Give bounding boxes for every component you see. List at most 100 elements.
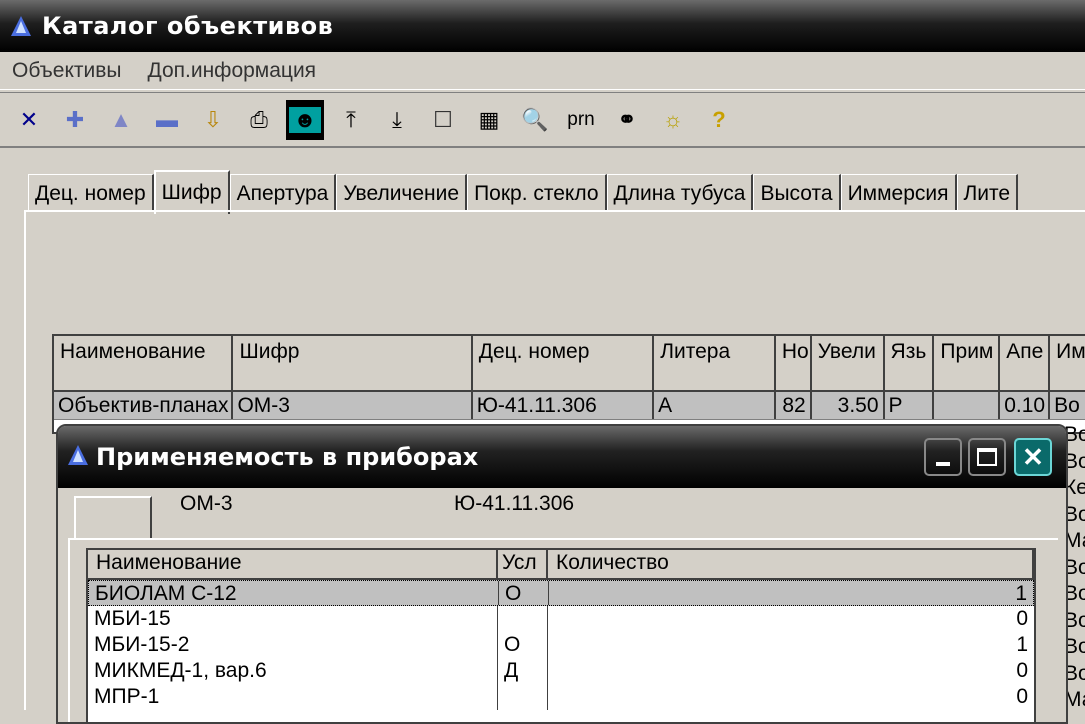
grid-col-header[interactable]: Шифр — [233, 336, 473, 390]
grid-cell — [934, 392, 1001, 419]
preview-icon: 🔍 — [521, 106, 549, 132]
tab-3[interactable]: Увеличение — [336, 174, 468, 212]
toolbar-button-up-triangle[interactable]: ▲ — [102, 100, 140, 140]
tab-strip: Дец. номер Шифр Апертура Увеличение Покр. ст… — [28, 170, 1019, 214]
toolbar-button-checkbox[interactable]: ☐ — [424, 100, 462, 140]
toolbar-button-arrow-bottom[interactable]: ⤓ — [378, 100, 416, 140]
col-header-cond[interactable]: Усл — [498, 550, 548, 578]
device-name: МПР-1 — [88, 684, 498, 710]
dialog-app-icon — [66, 443, 90, 472]
grid-col-header[interactable]: Им — [1050, 336, 1085, 390]
device-cond: О — [499, 581, 549, 605]
grid-cell: Р — [885, 392, 935, 419]
device-name: МБИ-15-2 — [88, 632, 498, 658]
app-titlebar: Каталог объективов — [0, 0, 1085, 52]
tab-5[interactable]: Длина тубуса — [606, 174, 754, 212]
grid-header: Наименование Шифр Дец. номер Литера Но Увели Я… — [54, 336, 1085, 392]
toolbar-button-delete-x[interactable]: ✕ — [10, 100, 48, 140]
device-qty: 1 — [1016, 633, 1028, 656]
list-item[interactable]: МПР-1 0 — [88, 684, 1034, 710]
devices-grid-header: Наименование Усл Количество — [88, 550, 1034, 580]
grid-col-header[interactable]: Увели — [812, 336, 885, 390]
grid-cell: Объектив-планах — [54, 392, 234, 419]
maximize-icon — [977, 448, 997, 466]
grid-col-header[interactable]: Наименование — [54, 336, 234, 390]
toolbar-button-help[interactable]: ? — [700, 100, 738, 140]
grid-cell: 82 — [776, 392, 812, 419]
grid-cell: Ю-41.11.306 — [473, 392, 655, 419]
menu-bar: Объективы Доп.информация — [0, 52, 1085, 90]
dialog-tab[interactable] — [74, 496, 152, 540]
insert-plus-icon: ✚ — [65, 106, 85, 132]
tab-4[interactable]: Покр. стекло — [467, 174, 607, 212]
device-cond — [498, 684, 548, 710]
device-name: МБИ-15 — [88, 606, 498, 632]
devices-grid[interactable]: Наименование Усл Количество БИОЛАМ С-12 О… — [86, 548, 1036, 722]
maximize-button[interactable] — [968, 438, 1006, 476]
device-qty: 0 — [1016, 685, 1028, 708]
binoculars-icon: ⚭ — [617, 106, 637, 132]
toolbar-button-arrow-top[interactable]: ⤒ — [332, 100, 370, 140]
tab-1[interactable]: Шифр — [153, 170, 230, 214]
list-item[interactable]: МБИ-15-2 О 1 — [88, 632, 1034, 658]
list-item[interactable]: МИКМЕД-1, вар.6 Д 0 — [88, 658, 1034, 684]
menu-extra-info[interactable]: Доп.информация — [148, 59, 317, 83]
device-qty: 0 — [1016, 607, 1028, 630]
toolbar-button-import[interactable]: ⇩ — [194, 100, 232, 140]
device-qty: 1 — [1015, 582, 1027, 605]
arrow-bottom-icon: ⤓ — [392, 106, 402, 132]
grid-col-header[interactable]: Апе — [1000, 336, 1051, 390]
tab-8[interactable]: Лите — [956, 174, 1019, 212]
grid-cell: Во — [1050, 392, 1085, 419]
prn-label: prn — [567, 108, 595, 130]
tab-2[interactable]: Апертура — [229, 174, 337, 212]
tab-0[interactable]: Дец. номер — [28, 174, 154, 212]
checkbox-icon: ☐ — [433, 106, 453, 132]
tab-6[interactable]: Высота — [753, 174, 841, 212]
print-icon: ⎙ — [250, 106, 268, 132]
grid-cell: ОМ-3 — [233, 392, 473, 419]
minus-icon: ▬ — [156, 106, 178, 132]
help-icon: ? — [712, 106, 726, 132]
lens-grid[interactable]: Наименование Шифр Дец. номер Литера Но Увели Я… — [52, 334, 1085, 434]
tab-7[interactable]: Иммерсия — [840, 174, 957, 212]
toolbar-button-print[interactable]: ⎙ — [240, 100, 278, 140]
table-row[interactable]: Объектив-планах ОМ-3 Ю-41.11.306 А 82 3.50 Р 0.… — [54, 392, 1085, 420]
list-item[interactable]: БИОЛАМ С-12 О 1 — [88, 580, 1034, 606]
grid-col-header[interactable]: Литера — [654, 336, 776, 390]
device-cond: Д — [498, 658, 548, 684]
grid-col-header[interactable]: Но — [776, 336, 812, 390]
lens-dec-number: Ю-41.11.306 — [454, 492, 575, 515]
grid-col-header[interactable]: Прим — [934, 336, 1001, 390]
toolbar-button-preview[interactable]: 🔍 — [516, 100, 554, 140]
col-header-name[interactable]: Наименование — [88, 550, 498, 578]
toolbar-button-minus[interactable]: ▬ — [148, 100, 186, 140]
close-icon: ✕ — [1022, 442, 1044, 472]
toolbar-button-lightbulb[interactable]: ☼ — [654, 100, 692, 140]
close-button[interactable]: ✕ — [1014, 438, 1052, 476]
grid-cell: А — [654, 392, 776, 419]
import-icon: ⇩ — [203, 106, 223, 132]
portrait-icon: ☻ — [289, 106, 321, 133]
toolbar-button-insert-plus[interactable]: ✚ — [56, 100, 94, 140]
device-name: БИОЛАМ С-12 — [89, 581, 499, 605]
grid-col-header[interactable]: Язь — [885, 336, 935, 390]
menu-lenses[interactable]: Объективы — [12, 59, 122, 83]
toolbar-button-portrait[interactable]: ☻ — [286, 99, 324, 140]
delete-x-icon: ✕ — [19, 106, 39, 132]
toolbar-button-calculator[interactable]: ▦ — [470, 100, 508, 140]
window-title: Каталог объективов — [42, 12, 334, 40]
dialog-title: Применяемость в приборах — [96, 443, 479, 471]
toolbar: ✕ ✚ ▲ ▬ ⇩ ⎙ ☻ ⤒ ⤓ ☐ ▦ 🔍 prn ⚭ ☼? — [0, 92, 1085, 148]
toolbar-button-binoculars[interactable]: ⚭ — [608, 100, 646, 140]
arrow-top-icon: ⤒ — [346, 106, 356, 132]
usage-dialog: Применяемость в приборах ✕ ОМ-3 Ю-41.11.… — [56, 424, 1068, 724]
device-name: МИКМЕД-1, вар.6 — [88, 658, 498, 684]
toolbar-button-prn[interactable]: prn — [562, 100, 600, 140]
list-item[interactable]: МБИ-15 0 — [88, 606, 1034, 632]
minimize-button[interactable] — [924, 438, 962, 476]
col-header-qty[interactable]: Количество — [548, 550, 1034, 578]
grid-cell: 3.50 — [812, 392, 885, 419]
grid-col-header[interactable]: Дец. номер — [473, 336, 655, 390]
device-cond — [498, 606, 548, 632]
